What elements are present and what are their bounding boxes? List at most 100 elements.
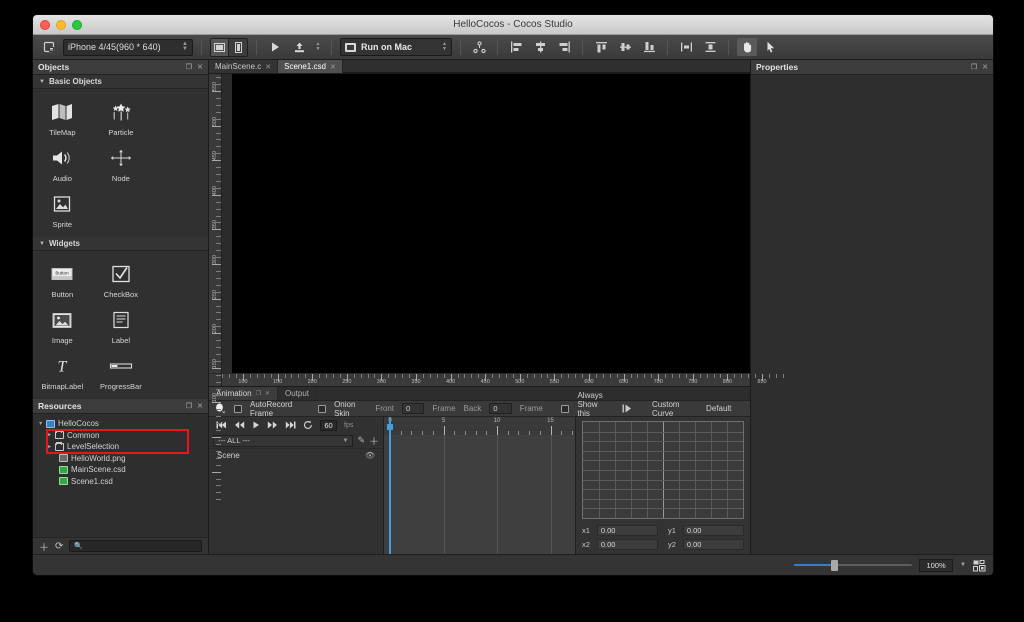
align-left-icon[interactable] <box>506 38 526 56</box>
widget-item-checkbox[interactable]: CheckBox <box>92 257 151 303</box>
front-frame-input[interactable]: 0 <box>402 403 425 414</box>
close-icon[interactable]: ✕ <box>265 63 271 71</box>
zoom-slider-handle[interactable] <box>830 559 838 571</box>
run-target-select[interactable]: Run on Mac ▲ ▼ <box>340 38 452 56</box>
object-item-node[interactable]: Node <box>92 141 151 187</box>
curve-field-input-x1[interactable]: 0.00 <box>596 525 658 536</box>
tree-item-scene1-csd[interactable]: Scene1.csd <box>33 476 208 488</box>
zoom-slider[interactable] <box>794 559 913 571</box>
timeline[interactable]: 0510152025303540 <box>384 417 575 554</box>
tree-item-helloworld-png[interactable]: HelloWorld.png <box>33 453 208 465</box>
chevron-right-icon[interactable]: ▶ <box>47 444 52 450</box>
tree-item-mainscene-csd[interactable]: MainScene.csd <box>33 464 208 476</box>
float-icon[interactable]: ❐ <box>971 63 977 71</box>
tree-item-common[interactable]: ▶ Common <box>33 430 208 442</box>
onion-skin-checkbox[interactable] <box>318 404 327 413</box>
widget-item-progressbar[interactable]: ProgressBar <box>92 349 151 395</box>
back-frame-input[interactable]: 0 <box>489 403 512 414</box>
ruler-label: 100 <box>238 379 248 385</box>
timeline-ruler[interactable]: 0510152025303540 <box>384 417 575 435</box>
zoom-slider-fill <box>794 564 833 566</box>
tree-item-levelselection[interactable]: ▶ LevelSelection <box>33 441 208 453</box>
float-icon[interactable]: ❐ <box>186 63 192 71</box>
section-basic-objects[interactable]: ▼ Basic Objects <box>33 75 208 89</box>
chevron-down-icon[interactable]: ▼ <box>960 562 966 568</box>
align-right-icon[interactable] <box>554 38 574 56</box>
object-item-tilemap[interactable]: TileMap <box>33 95 92 141</box>
ruler-minor-tick <box>547 374 549 378</box>
search-input[interactable]: 🔍 <box>69 540 202 552</box>
device-select[interactable]: iPhone 4/45(960 * 640) ▲ ▼ <box>63 38 193 56</box>
animation-select[interactable]: --- ALL --- ▼ <box>213 434 354 447</box>
float-icon[interactable]: ❐ <box>256 390 261 397</box>
object-item-particle[interactable]: Particle <box>92 95 151 141</box>
align-top-icon[interactable] <box>591 38 611 56</box>
project-icon[interactable] <box>39 38 59 56</box>
search-icon: 🔍 <box>74 543 84 550</box>
fps-input[interactable]: 60 <box>320 419 337 431</box>
scene-stage[interactable] <box>232 74 750 373</box>
zoom-value[interactable]: 100% <box>919 558 954 572</box>
autorecord-frame-checkbox[interactable] <box>234 404 242 413</box>
refresh-icon[interactable]: ⟳ <box>55 541 63 552</box>
play-icon[interactable] <box>265 38 285 56</box>
tab-scene1[interactable]: Scene1.csd ✕ <box>278 60 343 73</box>
section-basic-objects-label: Basic Objects <box>48 77 102 86</box>
space-horizontal-icon[interactable] <box>676 38 696 56</box>
expand-right-icon[interactable] <box>622 404 632 413</box>
align-middle-icon[interactable] <box>615 38 635 56</box>
layout-portrait-icon[interactable] <box>229 38 247 56</box>
timeline-playhead[interactable] <box>387 417 393 554</box>
horizontal-ruler[interactable]: 100 150 200 250 300 350 400 450 500 550 600 650 700 7… <box>222 373 784 386</box>
playhead-knob[interactable] <box>387 424 393 430</box>
layout-landscape-icon[interactable] <box>211 38 229 56</box>
widget-item-label[interactable]: Label <box>92 303 151 349</box>
scene-canvas[interactable] <box>222 74 750 373</box>
align-bottom-icon[interactable] <box>639 38 659 56</box>
distribute-icon[interactable] <box>469 38 489 56</box>
play-icon[interactable] <box>252 421 260 429</box>
timeline-grid[interactable] <box>384 435 575 554</box>
close-icon[interactable]: ✕ <box>330 63 336 71</box>
add-icon[interactable]: ＋ <box>39 539 49 554</box>
object-item-audio[interactable]: Audio <box>33 141 92 187</box>
chevron-down-icon[interactable]: ▼ <box>38 421 43 427</box>
close-icon[interactable]: ✕ <box>982 63 988 71</box>
object-item-sprite[interactable]: Sprite <box>33 187 92 233</box>
select-arrow-icon[interactable] <box>761 38 781 56</box>
chevron-right-icon[interactable]: ▶ <box>47 432 52 438</box>
widget-item-button[interactable]: Button Button <box>33 257 92 303</box>
fast-forward-icon[interactable] <box>267 421 278 429</box>
tab-output[interactable]: Output <box>278 387 318 400</box>
publish-icon[interactable] <box>289 38 309 56</box>
widget-item-bitmaplabel[interactable]: T BitmapLabel <box>33 349 92 395</box>
curve-field-input-y1[interactable]: 0.00 <box>682 525 744 536</box>
close-icon[interactable]: ✕ <box>197 402 203 410</box>
publish-stepper-icon[interactable]: ▲ ▼ <box>313 38 323 56</box>
tree-item-hellocos[interactable]: ▼ HelloCocos <box>33 418 208 430</box>
fit-to-screen-icon[interactable] <box>973 559 986 571</box>
ruler-major-tick <box>212 402 221 404</box>
vertical-ruler[interactable]: 550 500 450 400 350 300 250 200 150 100 <box>209 74 222 501</box>
widget-item-image[interactable]: Image <box>33 303 92 349</box>
track-row-scene[interactable]: Scene 👁 <box>209 448 383 462</box>
space-vertical-icon[interactable] <box>700 38 720 56</box>
skip-end-icon[interactable] <box>285 421 296 429</box>
rewind-icon[interactable] <box>234 421 245 429</box>
float-icon[interactable]: ❐ <box>186 402 192 410</box>
curve-field-input-x2[interactable]: 0.00 <box>596 539 658 550</box>
close-icon[interactable]: ✕ <box>265 390 270 397</box>
tab-mainscene[interactable]: MainScene.c ✕ <box>209 60 279 73</box>
eye-icon[interactable]: 👁 <box>365 451 375 460</box>
autorecord-frame-label: AutoRecord Frame <box>250 399 293 418</box>
edit-pencil-icon[interactable]: ✎ <box>357 435 365 446</box>
always-show-frame-checkbox[interactable] <box>561 404 570 413</box>
hand-tool-icon[interactable] <box>737 38 757 56</box>
add-icon[interactable]: ＋ <box>369 433 379 448</box>
curve-field-input-y2[interactable]: 0.00 <box>682 539 744 550</box>
close-icon[interactable]: ✕ <box>197 63 203 71</box>
curve-editor-graph[interactable] <box>582 421 744 519</box>
section-widgets[interactable]: ▼ Widgets <box>33 237 208 251</box>
loop-icon[interactable] <box>303 420 313 430</box>
align-center-horizontal-icon[interactable] <box>530 38 550 56</box>
